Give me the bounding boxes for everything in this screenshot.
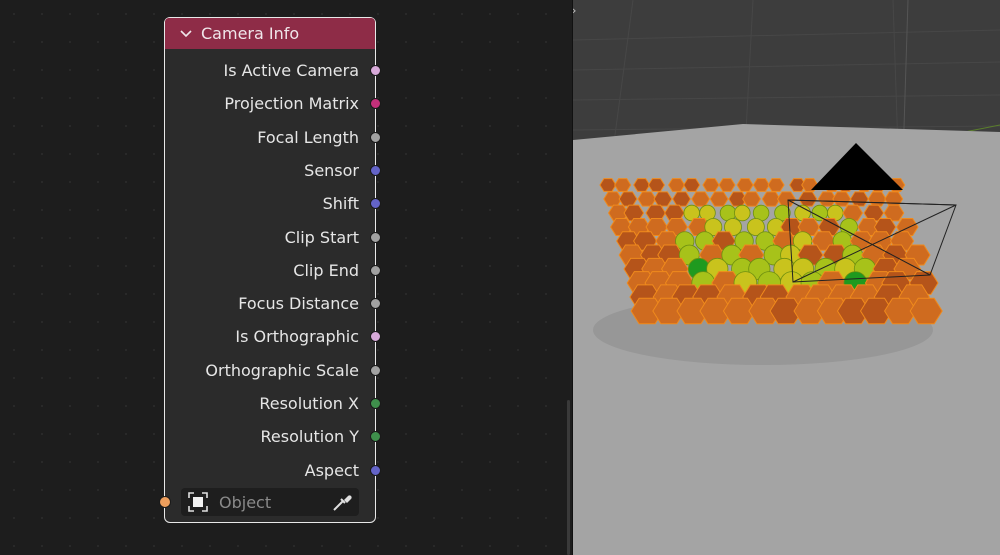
eyedropper-icon[interactable] [331, 491, 353, 513]
orange-hex [776, 191, 796, 207]
orange-hex [672, 191, 692, 207]
object-icon [188, 492, 208, 512]
orange-hex [718, 178, 736, 192]
output-socket[interactable] [370, 464, 381, 476]
3d-viewport[interactable] [573, 0, 1000, 555]
orange-hex [736, 178, 754, 192]
orange-hex [683, 178, 701, 192]
output-label: Clip Start [284, 227, 359, 247]
output-socket[interactable] [370, 131, 381, 143]
orange-hex [637, 191, 657, 207]
orange-hex [667, 178, 686, 192]
object-placeholder: Object [219, 492, 272, 512]
orange-hex [832, 191, 852, 207]
output-label: Projection Matrix [224, 94, 359, 114]
output-label: Orthographic Scale [205, 360, 359, 380]
output-label: Focus Distance [238, 294, 359, 314]
output-label: Focal Length [257, 127, 359, 147]
orange-hex [849, 191, 869, 207]
object-field[interactable]: Object [181, 488, 359, 516]
orange-hex [798, 191, 818, 207]
output-label: Is Active Camera [223, 61, 359, 80]
output-label: Aspect [304, 460, 359, 480]
orange-hex [691, 191, 711, 207]
output-socket[interactable] [370, 398, 381, 409]
output-label: Resolution Y [260, 427, 359, 447]
orange-hex [867, 191, 887, 207]
orange-hex [614, 178, 632, 192]
output-socket[interactable] [370, 65, 381, 76]
orange-hex [633, 178, 651, 192]
orange-hex [653, 191, 673, 207]
orange-hex [767, 178, 785, 192]
output-label: Is Orthographic [235, 327, 359, 347]
chevron-right-icon[interactable]: › [572, 4, 576, 17]
output-socket[interactable] [370, 164, 381, 176]
viewport-scene [573, 0, 1000, 555]
node-header[interactable]: Camera Info [165, 18, 375, 49]
output-socket[interactable] [370, 364, 381, 376]
orange-hex [618, 191, 638, 207]
orange-hex [884, 191, 904, 207]
orange-hex [742, 191, 762, 207]
instance-scatter [599, 178, 943, 325]
camera-info-node[interactable]: Camera Info Is Active Camera Projection M… [164, 17, 376, 523]
node-title: Camera Info [201, 24, 300, 43]
output-socket[interactable] [370, 231, 381, 243]
orange-hex [647, 178, 666, 192]
orange-hex [842, 204, 864, 222]
output-label: Shift [322, 194, 359, 214]
green-sphere [734, 204, 751, 222]
orange-hex [752, 178, 770, 192]
output-socket[interactable] [370, 264, 381, 276]
chevron-down-icon[interactable] [179, 27, 193, 41]
object-input-socket[interactable] [159, 496, 171, 508]
orange-hex [599, 178, 617, 192]
output-label: Clip End [293, 260, 359, 280]
orange-hex [702, 178, 720, 192]
orange-hex [709, 191, 729, 207]
editor-scrollbar[interactable] [567, 400, 570, 555]
output-label: Resolution X [259, 394, 359, 413]
output-label: Sensor [304, 160, 359, 180]
